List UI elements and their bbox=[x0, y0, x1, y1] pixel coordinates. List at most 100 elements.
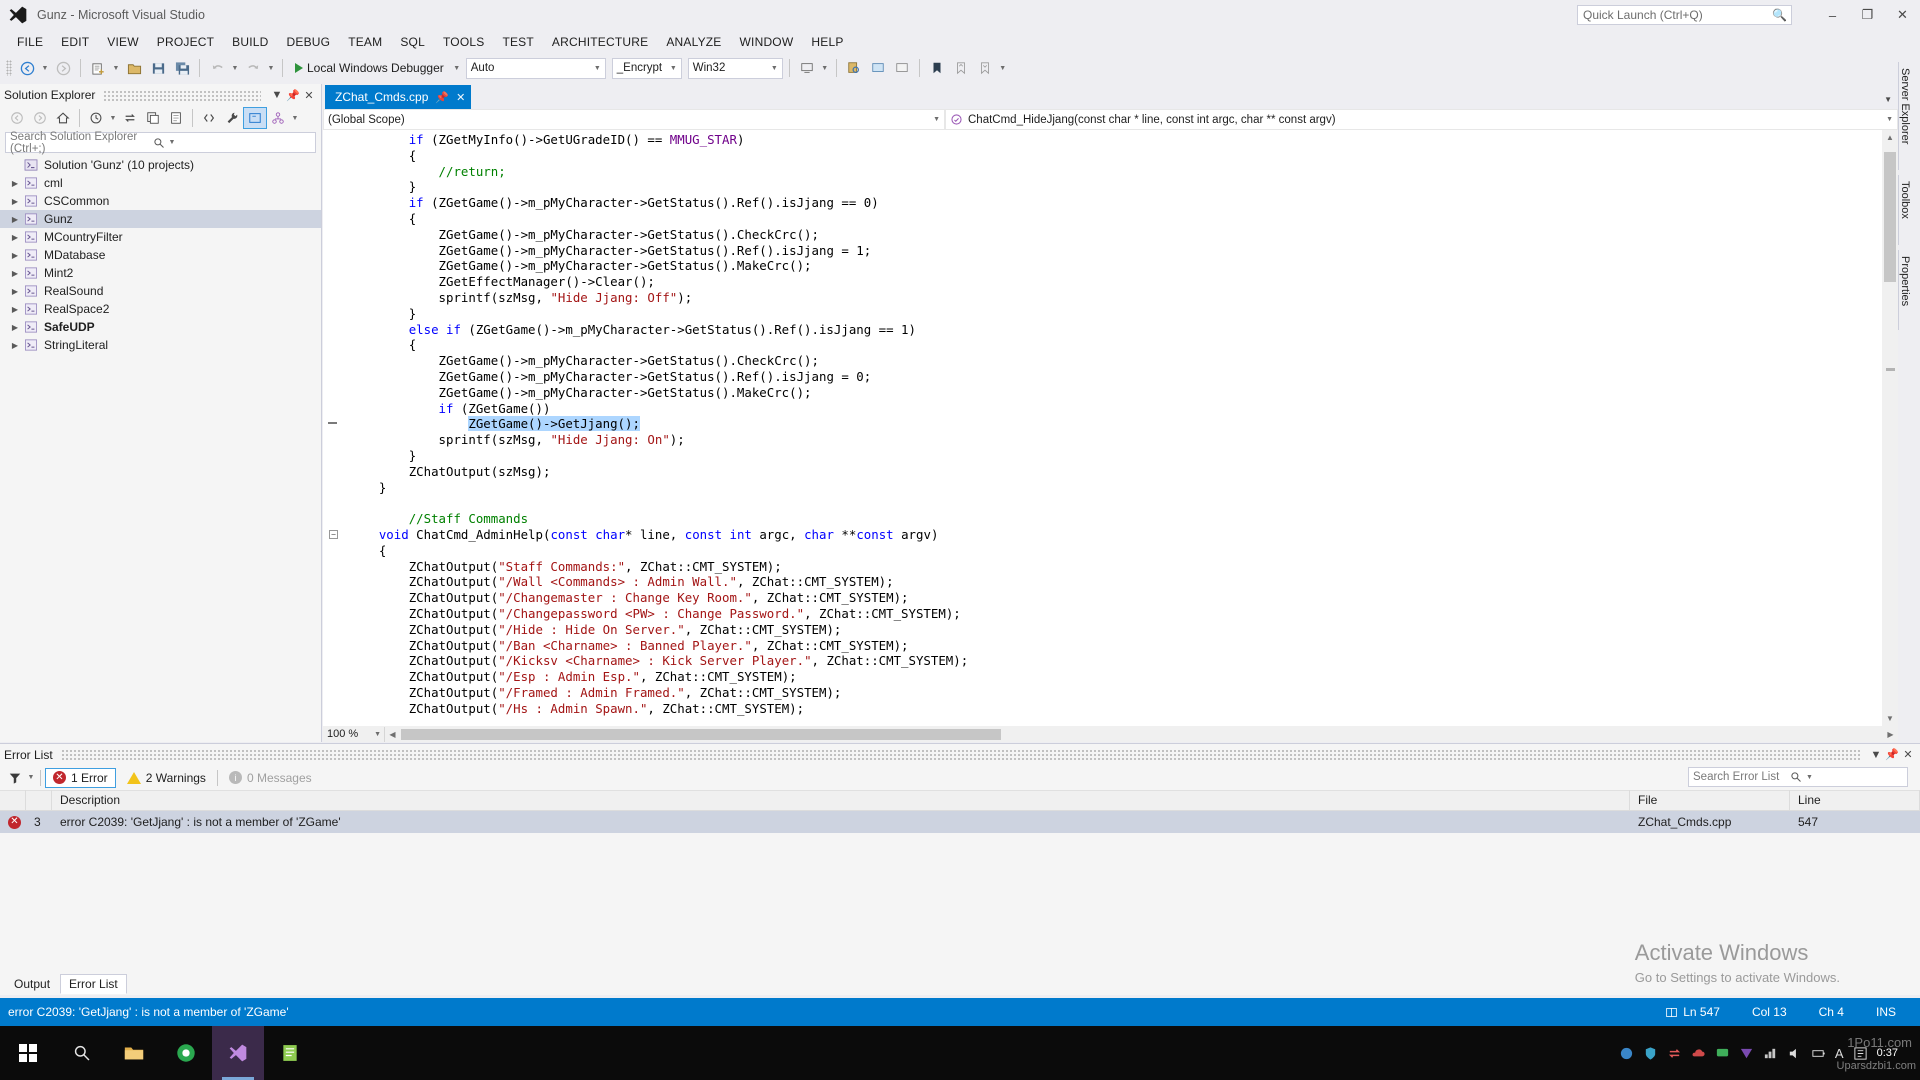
menu-item-build[interactable]: BUILD bbox=[223, 32, 277, 52]
pin-icon[interactable]: 📌 bbox=[285, 89, 301, 102]
solution-explorer-overflow[interactable]: ▼ bbox=[290, 115, 300, 122]
code-line[interactable] bbox=[323, 495, 1882, 511]
server-explorer-strip[interactable]: Server Explorer bbox=[1898, 62, 1920, 170]
code-line[interactable]: ZGetGame()->m_pMyCharacter->GetStatus().… bbox=[323, 243, 1882, 259]
code-line[interactable]: ZGetGame()->m_pMyCharacter->GetStatus().… bbox=[323, 369, 1882, 385]
new-project-dropdown[interactable]: ▼ bbox=[111, 65, 121, 72]
prev-bookmark-icon[interactable] bbox=[950, 57, 972, 79]
code-line[interactable]: { bbox=[323, 543, 1882, 559]
code-line[interactable]: { bbox=[323, 148, 1882, 164]
close-icon[interactable]: ✕ bbox=[1900, 748, 1916, 761]
windows-start-icon[interactable] bbox=[0, 1026, 56, 1080]
network-icon[interactable] bbox=[1619, 1046, 1634, 1061]
expander-icon[interactable]: ▶ bbox=[8, 323, 22, 332]
ime-A-icon[interactable]: A bbox=[1835, 1046, 1844, 1061]
open-file-icon[interactable] bbox=[123, 57, 145, 79]
editor-horizontal-scrollbar[interactable]: 100 % ▼ ◀ ▶ bbox=[323, 726, 1898, 742]
sidebar-item-gunz[interactable]: ▶ Gunz bbox=[0, 210, 321, 228]
cloud-icon[interactable] bbox=[1691, 1046, 1706, 1061]
close-icon[interactable]: ✕ bbox=[301, 89, 317, 102]
col-description[interactable]: Description bbox=[52, 790, 1630, 811]
vertical-scroll-thumb[interactable] bbox=[1884, 152, 1896, 282]
code-line[interactable]: { bbox=[323, 211, 1882, 227]
search-icon[interactable]: 🔍 bbox=[1772, 8, 1787, 22]
menu-item-debug[interactable]: DEBUG bbox=[278, 32, 340, 52]
menu-item-project[interactable]: PROJECT bbox=[148, 32, 223, 52]
sidebar-item-mcountryfilter[interactable]: ▶ MCountryFilter bbox=[0, 228, 321, 246]
menu-item-help[interactable]: HELP bbox=[802, 32, 852, 52]
new-project-icon[interactable] bbox=[87, 57, 109, 79]
configuration-combo[interactable]: Auto ▼ bbox=[465, 57, 606, 79]
chevron-down-icon[interactable]: ▼ bbox=[1802, 774, 1903, 781]
sync-icon[interactable] bbox=[119, 108, 141, 128]
panel-drag-handle[interactable] bbox=[60, 749, 1860, 760]
horizontal-scroll-thumb[interactable] bbox=[401, 728, 1001, 740]
code-line[interactable]: sprintf(szMsg, "Hide Jjang: Off"); bbox=[323, 290, 1882, 306]
expander-icon[interactable]: ▶ bbox=[8, 179, 22, 188]
col-file[interactable]: File bbox=[1630, 790, 1790, 811]
attach-dropdown[interactable]: ▼ bbox=[820, 65, 830, 72]
code-line[interactable]: if (ZGetGame()->m_pMyCharacter->GetStatu… bbox=[323, 195, 1882, 211]
attach-icon[interactable] bbox=[796, 57, 818, 79]
collapse-marker-icon[interactable] bbox=[328, 422, 337, 425]
back-icon[interactable] bbox=[6, 108, 28, 128]
toggle-bookmark-icon[interactable] bbox=[926, 57, 948, 79]
search-icon[interactable] bbox=[56, 1026, 108, 1080]
properties-window-icon[interactable] bbox=[165, 108, 187, 128]
arch-combo[interactable]: Win32 ▼ bbox=[687, 57, 783, 79]
wrench-icon[interactable] bbox=[221, 108, 243, 128]
uncomment-icon[interactable] bbox=[891, 57, 913, 79]
comment-icon[interactable] bbox=[867, 57, 889, 79]
toolbar-grip[interactable] bbox=[6, 60, 12, 76]
pin-icon[interactable]: 📌 bbox=[435, 91, 449, 104]
undo-icon[interactable] bbox=[206, 57, 228, 79]
panel-drag-handle[interactable] bbox=[103, 89, 261, 101]
chevron-down-icon[interactable]: ▼ bbox=[269, 89, 285, 101]
chat-icon[interactable] bbox=[1715, 1046, 1730, 1061]
pending-changes-icon[interactable] bbox=[85, 108, 107, 128]
tab-zchat-cmds-cpp[interactable]: ZChat_Cmds.cpp 📌 ✕ bbox=[325, 85, 472, 109]
expander-icon[interactable]: ▶ bbox=[8, 251, 22, 260]
toolbox-strip[interactable]: Toolbox bbox=[1898, 175, 1920, 245]
save-all-icon[interactable] bbox=[171, 57, 193, 79]
expander-icon[interactable]: ▶ bbox=[8, 287, 22, 296]
menu-item-analyze[interactable]: ANALYZE bbox=[657, 32, 730, 52]
volume-icon[interactable] bbox=[1787, 1046, 1802, 1061]
sidebar-item-mdatabase[interactable]: ▶ MDatabase bbox=[0, 246, 321, 264]
show-all-files-icon[interactable] bbox=[198, 108, 220, 128]
horizontal-scroll-track[interactable] bbox=[401, 728, 1882, 740]
expander-icon[interactable]: ▶ bbox=[8, 215, 22, 224]
tab-error-list[interactable]: Error List bbox=[60, 974, 127, 994]
sidebar-item-cscommon[interactable]: ▶ CSCommon bbox=[0, 192, 321, 210]
redo-dropdown[interactable]: ▼ bbox=[266, 65, 276, 72]
network-status-icon[interactable] bbox=[1763, 1046, 1778, 1061]
solution-explorer-view-icon[interactable] bbox=[243, 107, 267, 129]
code-line[interactable]: ZChatOutput("/Changepassword <PW> : Chan… bbox=[323, 606, 1882, 622]
menu-item-tools[interactable]: TOOLS bbox=[434, 32, 493, 52]
code-line[interactable]: ZGetGame()->m_pMyCharacter->GetStatus().… bbox=[323, 227, 1882, 243]
code-line[interactable]: ZGetGame()->m_pMyCharacter->GetStatus().… bbox=[323, 353, 1882, 369]
menu-item-team[interactable]: TEAM bbox=[339, 32, 391, 52]
code-line[interactable]: { bbox=[323, 337, 1882, 353]
code-line[interactable]: //return; bbox=[323, 164, 1882, 180]
code-line[interactable]: ZChatOutput("/Esp : Admin Esp.", ZChat::… bbox=[323, 669, 1882, 685]
class-view-icon[interactable] bbox=[267, 108, 289, 128]
navigate-back-dropdown[interactable]: ▼ bbox=[40, 65, 50, 72]
code-line[interactable]: } bbox=[323, 480, 1882, 496]
expander-icon[interactable]: ▶ bbox=[8, 269, 22, 278]
code-line[interactable]: ZChatOutput("/Kicksv <Charname> : Kick S… bbox=[323, 653, 1882, 669]
zoom-level-combo[interactable]: 100 % ▼ bbox=[323, 726, 385, 742]
menu-item-edit[interactable]: EDIT bbox=[52, 32, 98, 52]
code-line[interactable]: ZGetGame()->GetJjang(); bbox=[323, 416, 1882, 432]
code-text[interactable]: if (ZGetMyInfo()->GetUGradeID() == MMUG_… bbox=[323, 130, 1882, 726]
shield-icon[interactable] bbox=[1643, 1046, 1658, 1061]
battery-icon[interactable] bbox=[1811, 1046, 1826, 1061]
sidebar-item-stringliteral[interactable]: ▶ StringLiteral bbox=[0, 336, 321, 354]
code-line[interactable]: − void ChatCmd_AdminHelp(const char* lin… bbox=[323, 527, 1882, 543]
tab-output[interactable]: Output bbox=[6, 975, 58, 993]
toolbar-overflow[interactable]: ▼ bbox=[998, 65, 1008, 72]
code-line[interactable]: } bbox=[323, 306, 1882, 322]
code-line[interactable]: ZGetEffectManager()->Clear(); bbox=[323, 274, 1882, 290]
code-line[interactable]: ZChatOutput("/Ban <Charname> : Banned Pl… bbox=[323, 638, 1882, 654]
pending-changes-dropdown[interactable]: ▼ bbox=[108, 115, 118, 122]
